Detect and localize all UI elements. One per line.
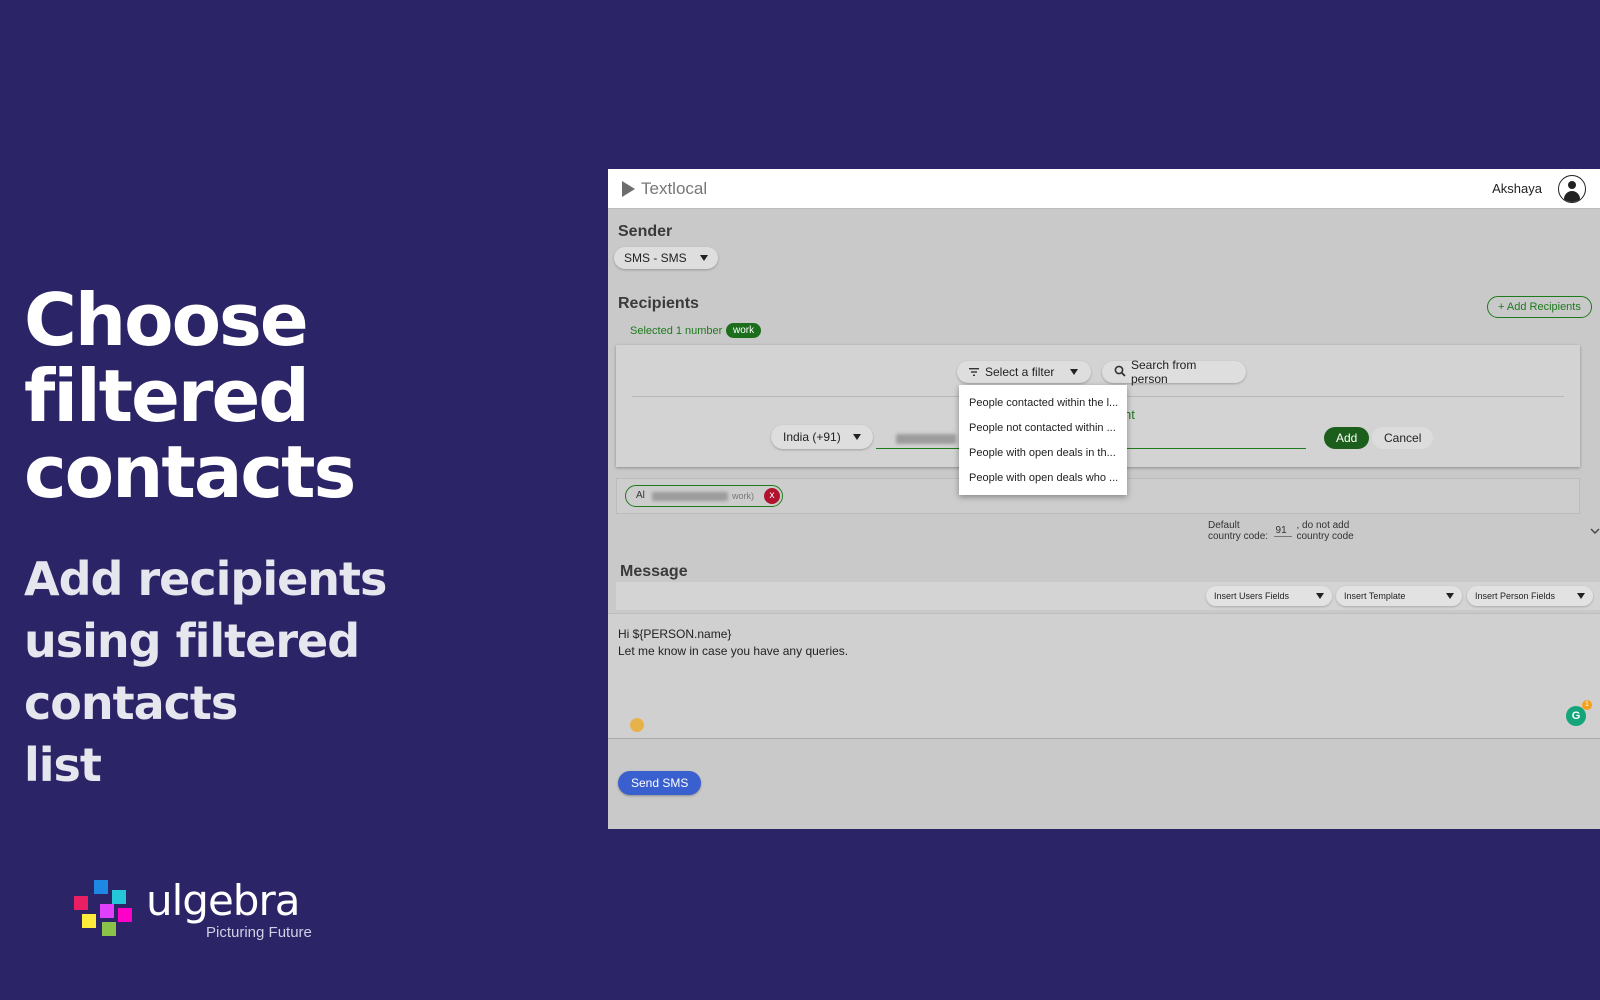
user-avatar-icon[interactable]	[1558, 175, 1586, 203]
search-person-button[interactable]: Search from person	[1102, 358, 1246, 386]
chevron-down-icon	[1577, 593, 1585, 599]
select-filter-button[interactable]: Select a filter	[957, 361, 1091, 383]
chevron-down-icon	[1316, 593, 1324, 599]
message-line-2: Let me know in case you have any queries…	[618, 644, 849, 658]
headline-line-2: contacts	[24, 430, 356, 514]
insert-users-fields[interactable]: Insert Users Fields	[1206, 586, 1332, 606]
chevron-down-icon	[853, 434, 861, 440]
emoji-icon[interactable]	[630, 718, 644, 732]
country-select[interactable]: India (+91)	[771, 425, 873, 449]
country-code-suffix: , do not add country code	[1296, 520, 1354, 542]
blurred-number	[896, 434, 956, 444]
filter-option[interactable]: People with open deals who ...	[959, 466, 1127, 491]
subheadline-line-3: contacts	[24, 676, 238, 730]
filter-option[interactable]: People with open deals in th...	[959, 441, 1127, 466]
filter-option[interactable]: People contacted within the l...	[959, 391, 1127, 416]
sender-select[interactable]: SMS - SMS	[614, 247, 718, 269]
user-name: Akshaya	[1492, 181, 1542, 196]
recipients-title: Recipients	[618, 295, 699, 312]
top-bar: Textlocal Akshaya	[608, 169, 1600, 209]
search-person-label: Search from person	[1131, 358, 1197, 386]
message-title: Message	[620, 563, 688, 580]
select-filter-label: Select a filter	[985, 365, 1055, 379]
insert-person-fields[interactable]: Insert Person Fields	[1467, 586, 1593, 606]
logo-wordmark: ulgebra	[146, 876, 300, 925]
subheadline-line-2: using filtered	[24, 614, 360, 668]
message-toolbar: Insert Users Fields Insert Template Inse…	[616, 582, 1600, 610]
chevron-down-icon	[1446, 593, 1454, 599]
add-button[interactable]: Add	[1324, 427, 1370, 449]
work-tag: work	[726, 323, 762, 338]
grammarly-count-badge: 1	[1582, 700, 1592, 710]
play-icon	[622, 181, 635, 197]
app-window: Textlocal Akshaya Sender SMS - SMS Recip…	[608, 169, 1600, 829]
search-icon	[1114, 365, 1126, 380]
sender-title: Sender	[618, 223, 673, 240]
country-code-input[interactable]: 91	[1273, 525, 1293, 537]
ulgebra-logo: ulgebra Picturing Future	[70, 878, 330, 948]
chevron-down-icon[interactable]	[1590, 526, 1600, 537]
subheadline: Add recipients using filtered contacts l…	[24, 548, 544, 796]
subheadline-line-4: list	[24, 738, 102, 792]
message-line-1: Hi ${PERSON.name}	[618, 627, 732, 641]
brand-name: Textlocal	[641, 179, 708, 198]
logo-tagline: Picturing Future	[206, 924, 312, 941]
filter-option[interactable]: People not contacted within ...	[959, 416, 1127, 441]
filter-dropdown-menu: People contacted within the l... People …	[959, 385, 1127, 495]
country-code-row: Default country code: 91 , do not add co…	[1208, 520, 1600, 542]
add-recipients-button[interactable]: + Add Recipients	[1487, 296, 1592, 318]
recipient-chip[interactable]: Al work) x	[625, 485, 783, 507]
insert-users-label: Insert Users Fields	[1214, 591, 1290, 601]
cancel-button[interactable]: Cancel	[1372, 427, 1434, 449]
chevron-down-icon	[1070, 369, 1079, 375]
country-code-label: Default country code:	[1208, 520, 1269, 542]
chip-label-suffix: work)	[732, 491, 754, 501]
blurred-contact	[652, 492, 728, 501]
insert-template-label: Insert Template	[1344, 591, 1406, 601]
headline: Choose filtered contacts	[24, 282, 604, 510]
insert-template[interactable]: Insert Template	[1336, 586, 1462, 606]
chevron-down-icon	[700, 255, 708, 261]
send-sms-button[interactable]: Send SMS	[618, 771, 702, 795]
filter-icon	[969, 365, 979, 379]
chip-prefix: Al	[636, 490, 645, 501]
insert-person-label: Insert Person Fields	[1475, 591, 1556, 601]
message-textarea[interactable]: Hi ${PERSON.name} Let me know in case yo…	[608, 613, 1600, 739]
remove-chip-button[interactable]: x	[764, 488, 780, 504]
sender-select-value: SMS - SMS	[624, 251, 687, 265]
country-select-value: India (+91)	[783, 430, 841, 444]
selected-count: Selected 1 number	[630, 325, 723, 337]
headline-line-1: Choose filtered	[24, 278, 310, 438]
brand[interactable]: Textlocal	[622, 179, 707, 199]
subheadline-line-1: Add recipients	[24, 552, 387, 606]
